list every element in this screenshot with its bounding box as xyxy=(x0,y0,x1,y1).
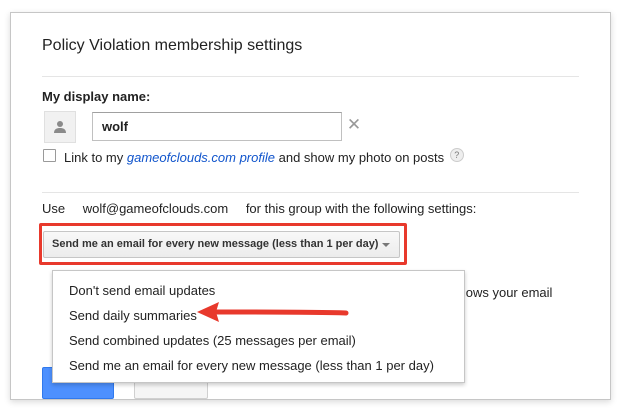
link-profile-prefix: Link to my xyxy=(64,150,127,165)
email-address: wolf@gameofclouds.com xyxy=(82,201,229,216)
section-divider xyxy=(42,192,579,193)
avatar xyxy=(44,111,76,143)
person-icon xyxy=(54,121,66,133)
link-profile-label: Link to my gameofclouds.com profile and … xyxy=(64,148,464,165)
membership-settings-dialog: Policy Violation membership settings My … xyxy=(10,12,611,400)
help-icon[interactable]: ? xyxy=(449,148,464,162)
display-name-label: My display name: xyxy=(42,89,151,104)
use-prefix: Use xyxy=(42,201,66,216)
menu-item-every-message[interactable]: Send me an email for every new message (… xyxy=(53,353,464,378)
annotation-arrow-icon xyxy=(197,302,349,322)
clear-name-icon[interactable]: ✕ xyxy=(346,116,362,133)
title-divider xyxy=(42,76,579,77)
annotation-highlight-box xyxy=(39,223,407,265)
background-text: knows your email xyxy=(452,285,553,300)
use-email-row: Use wolf@gameofclouds.com for this group… xyxy=(42,201,476,216)
link-profile-suffix: and show my photo on posts xyxy=(275,150,445,165)
menu-item-no-email[interactable]: Don't send email updates xyxy=(53,278,464,303)
profile-link[interactable]: gameofclouds.com profile xyxy=(127,150,275,165)
display-name-input[interactable] xyxy=(92,112,342,141)
use-suffix: for this group with the following settin… xyxy=(245,201,477,216)
dialog-title: Policy Violation membership settings xyxy=(42,37,303,54)
link-profile-checkbox[interactable] xyxy=(43,149,56,162)
email-delivery-menu: Don't send email updates Send daily summ… xyxy=(52,270,465,383)
menu-item-combined-updates[interactable]: Send combined updates (25 messages per e… xyxy=(53,328,464,353)
